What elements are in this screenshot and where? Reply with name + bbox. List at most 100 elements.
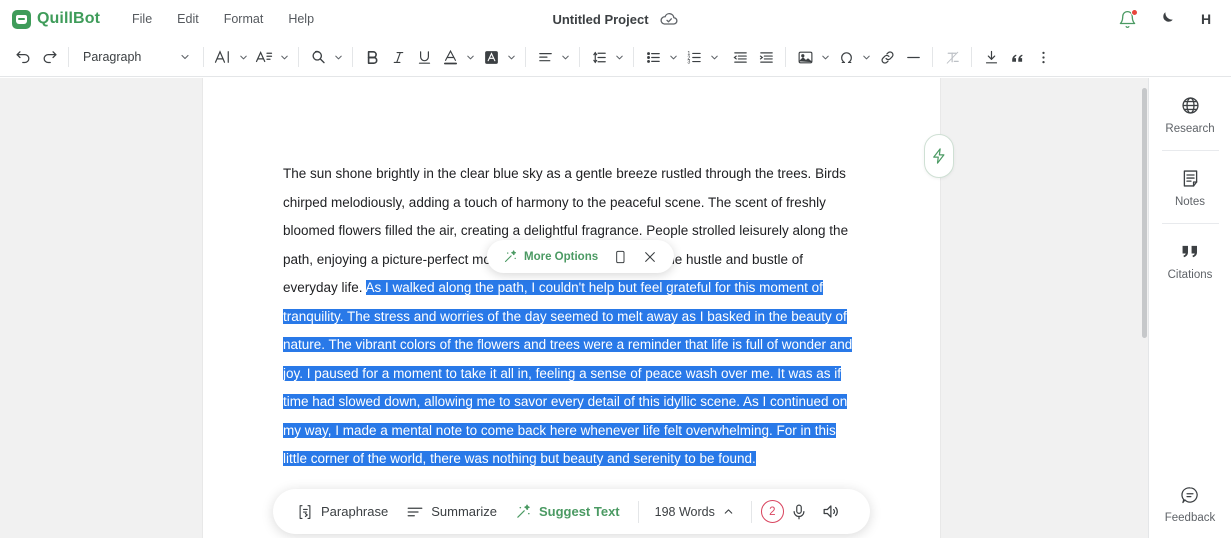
microphone-icon — [793, 503, 805, 519]
font-size-icon[interactable] — [251, 44, 277, 70]
bulleted-list-caret[interactable] — [666, 44, 681, 70]
document-title[interactable]: Untitled Project — [552, 12, 648, 27]
menu-item-file[interactable]: File — [130, 9, 154, 29]
suggest-text-button[interactable]: Suggest Text — [506, 496, 629, 527]
toolbar-divider — [203, 47, 204, 67]
summarize-label: Summarize — [431, 504, 497, 519]
sidebar-item-citations[interactable]: Citations — [1149, 224, 1231, 296]
find-replace-icon[interactable] — [305, 44, 331, 70]
menu-item-format[interactable]: Format — [222, 9, 266, 29]
align-left-icon[interactable] — [532, 44, 558, 70]
more-options-popup: More Options — [487, 240, 675, 273]
cloud-check-icon[interactable] — [659, 9, 679, 29]
line-spacing-caret[interactable] — [612, 44, 627, 70]
toolbar-divider — [633, 47, 634, 67]
summarize-button[interactable]: Summarize — [397, 496, 506, 527]
suggest-text-label: Suggest Text — [538, 504, 620, 519]
font-size-caret[interactable] — [277, 44, 292, 70]
sidebar-label-citations: Citations — [1167, 269, 1213, 281]
sidebar-label-research: Research — [1165, 123, 1215, 135]
toolbar-divider — [932, 47, 933, 67]
scrollbar-thumb[interactable] — [1142, 88, 1147, 338]
lightning-bolt-icon — [933, 148, 945, 164]
sparkle-icon — [504, 250, 517, 263]
image-caret[interactable] — [818, 44, 833, 70]
quote-icon[interactable] — [1004, 44, 1030, 70]
omega-icon[interactable] — [833, 44, 859, 70]
sidebar-item-notes[interactable]: Notes — [1149, 151, 1231, 223]
undo-button[interactable] — [10, 44, 36, 70]
editor-canvas: The sun shone brightly in the clear blue… — [0, 78, 1148, 538]
document-page[interactable]: The sun shone brightly in the clear blue… — [203, 78, 940, 538]
text-to-speech-button[interactable] — [815, 496, 846, 527]
menu-item-help[interactable]: Help — [286, 9, 316, 29]
microphone-button[interactable] — [784, 496, 815, 527]
more-vertical-icon[interactable] — [1030, 44, 1056, 70]
document-paragraph[interactable]: The sun shone brightly in the clear blue… — [283, 160, 860, 474]
numbered-list-caret[interactable] — [707, 44, 722, 70]
sidebar-item-research[interactable]: Research — [1149, 78, 1231, 150]
toolbar-divider — [352, 47, 353, 67]
bulleted-list-icon[interactable] — [640, 44, 666, 70]
font-family-icon[interactable] — [210, 44, 236, 70]
bottom-action-bar: Paraphrase Summarize Suggest Text 198 Wo… — [273, 489, 870, 534]
redo-button[interactable] — [36, 44, 62, 70]
font-family-caret[interactable] — [236, 44, 251, 70]
bold-icon[interactable] — [359, 44, 385, 70]
omega-caret[interactable] — [859, 44, 874, 70]
paraphrase-button[interactable]: Paraphrase — [287, 496, 397, 527]
copy-button[interactable] — [605, 243, 635, 270]
chevron-up-icon — [724, 509, 733, 514]
clear-formatting-icon[interactable] — [939, 44, 965, 70]
globe-icon — [1181, 97, 1199, 114]
underline-icon[interactable] — [411, 44, 437, 70]
quillbot-logo[interactable]: QuillBot — [0, 9, 101, 29]
paraphrase-label: Paraphrase — [321, 504, 389, 519]
link-icon[interactable] — [874, 44, 900, 70]
paragraph-style-select[interactable]: Paragraph — [75, 44, 197, 70]
sidebar-label-feedback: Feedback — [1164, 512, 1216, 524]
top-right-actions: H — [1118, 0, 1217, 38]
download-icon[interactable] — [978, 44, 1004, 70]
increase-indent-icon[interactable] — [753, 44, 779, 70]
quick-actions-button[interactable] — [924, 134, 954, 178]
user-avatar[interactable]: H — [1195, 8, 1217, 30]
brand-name: QuillBot — [37, 10, 101, 27]
toolbar-divider — [785, 47, 786, 67]
quotation-marks-icon — [1182, 245, 1197, 258]
right-sidebar: Research Notes Citations Feedback — [1148, 78, 1231, 538]
close-popup-button[interactable] — [635, 243, 665, 270]
toolbar-divider — [68, 47, 69, 67]
toolbar-divider — [298, 47, 299, 67]
bottombar-divider — [637, 500, 639, 523]
more-options-label: More Options — [524, 250, 599, 263]
text-color-caret[interactable] — [463, 44, 478, 70]
notification-badge-dot — [1131, 8, 1138, 16]
issue-count-badge[interactable]: 2 — [760, 500, 784, 523]
italic-icon[interactable] — [385, 44, 411, 70]
numbered-list-icon[interactable]: 123 — [681, 44, 707, 70]
highlight-color-caret[interactable] — [504, 44, 519, 70]
document-text-selected: As I walked along the path, I couldn't h… — [283, 280, 853, 466]
close-icon — [645, 251, 655, 262]
align-caret[interactable] — [558, 44, 573, 70]
sparkle-icon — [517, 504, 530, 518]
image-icon[interactable] — [792, 44, 818, 70]
quillbot-editor-app: QuillBot File Edit Format Help Untitled … — [0, 0, 1231, 538]
decrease-indent-icon[interactable] — [727, 44, 753, 70]
highlight-color-icon[interactable] — [478, 44, 504, 70]
menu-item-edit[interactable]: Edit — [175, 9, 201, 29]
paraphrase-icon — [299, 504, 311, 519]
word-count-button[interactable]: 198 Words — [648, 496, 742, 527]
find-replace-caret[interactable] — [331, 44, 346, 70]
dark-mode-toggle[interactable] — [1157, 10, 1175, 28]
line-spacing-icon[interactable] — [586, 44, 612, 70]
text-color-icon[interactable] — [437, 44, 463, 70]
document-body[interactable]: The sun shone brightly in the clear blue… — [203, 78, 940, 474]
chevron-down-icon — [181, 54, 189, 60]
horizontal-rule-icon[interactable] — [900, 44, 926, 70]
sidebar-item-feedback[interactable]: Feedback — [1149, 468, 1231, 538]
sidebar-label-notes: Notes — [1174, 196, 1206, 208]
notifications-button[interactable] — [1118, 8, 1138, 29]
more-options-button[interactable]: More Options — [496, 243, 605, 270]
